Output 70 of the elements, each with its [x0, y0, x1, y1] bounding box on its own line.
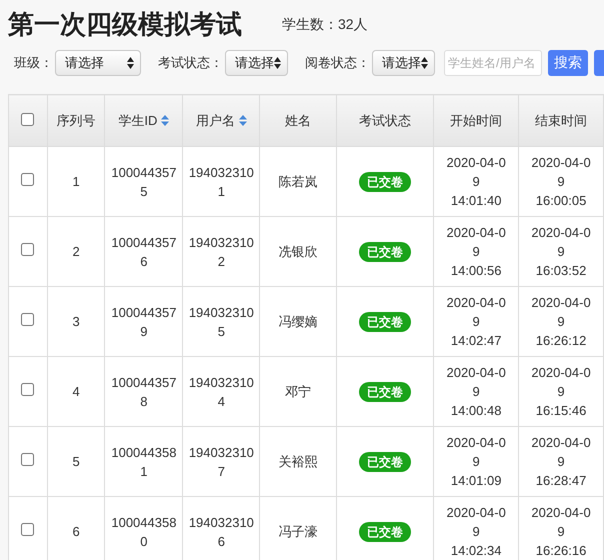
row-checkbox[interactable] [21, 453, 34, 466]
table-cell-text: 2020-04-09 16:26:12 [530, 294, 592, 350]
partial-button[interactable] [594, 50, 604, 76]
select-all-checkbox[interactable] [21, 112, 34, 126]
table-cell-text: 1000443581 [110, 444, 178, 480]
table-cell: 5 [72, 454, 80, 469]
column-header: 开始时间 [450, 112, 502, 130]
filter-select[interactable]: 请选择 [224, 50, 288, 76]
table-cell: 邓宁 [285, 384, 312, 399]
table-cell: 冯缨嫡 [278, 314, 318, 329]
table-cell-text: 1940323101 [188, 164, 255, 200]
row-checkbox[interactable] [21, 523, 34, 536]
column-header: 考试状态 [359, 112, 412, 130]
row-checkbox[interactable] [21, 173, 34, 186]
status-badge: 已交卷 [359, 312, 412, 332]
table-cell: 2 [72, 244, 80, 259]
select-caret-icon [126, 57, 134, 69]
column-header: 序列号 [56, 112, 96, 130]
sort-icon[interactable] [238, 115, 247, 126]
column-header: 姓名 [285, 112, 312, 130]
table-cell: 陈若岚 [278, 174, 318, 189]
select-caret-icon [420, 57, 428, 69]
row-checkbox[interactable] [21, 243, 34, 256]
table-cell: 4 [72, 384, 80, 399]
table-cell: 冯子濠 [278, 524, 318, 539]
status-badge: 已交卷 [359, 452, 412, 472]
table-cell-text: 2020-04-09 14:01:40 [446, 154, 507, 210]
filter-label: 阅卷状态： [304, 54, 370, 72]
column-header: 结束时间 [535, 112, 588, 130]
table-cell-text: 2020-04-09 16:26:16 [530, 504, 592, 560]
table-cell-text: 2020-04-09 14:02:34 [446, 504, 507, 560]
status-badge: 已交卷 [359, 522, 412, 542]
table-cell-text: 2020-04-09 16:15:46 [530, 364, 592, 420]
table-cell-text: 1940323102 [188, 234, 255, 270]
status-badge: 已交卷 [359, 242, 412, 262]
table-cell-text: 2020-04-09 16:00:05 [530, 154, 592, 210]
table-cell: 关裕熙 [278, 454, 318, 469]
table-cell-text: 1000443579 [110, 304, 178, 340]
search-button[interactable]: 搜索 [548, 50, 588, 76]
table-cell: 3 [72, 314, 80, 329]
status-badge: 已交卷 [359, 382, 412, 402]
row-checkbox[interactable] [21, 313, 34, 326]
table-cell-text: 1000443575 [110, 164, 178, 200]
status-badge: 已交卷 [359, 172, 412, 192]
table-cell-text: 1940323107 [188, 444, 255, 480]
table-cell: 冼银欣 [278, 244, 318, 259]
search-field[interactable]: 学生姓名/用户名 [444, 50, 542, 76]
sort-icon[interactable] [161, 115, 170, 126]
table-cell: 6 [72, 524, 80, 539]
table-cell-text: 2020-04-09 16:28:47 [530, 434, 592, 490]
student-count: 学生数：32人 [282, 16, 368, 34]
table-cell-text: 2020-04-09 16:03:52 [530, 224, 592, 280]
table-cell-text: 1000443578 [110, 374, 178, 410]
table-cell-text: 2020-04-09 14:01:09 [446, 434, 507, 490]
filter-label: 考试状态： [158, 54, 223, 72]
table-cell-text: 1940323104 [188, 374, 255, 410]
table-cell-text: 2020-04-09 14:00:48 [446, 364, 507, 420]
table-cell-text: 1000443576 [110, 234, 178, 270]
table-cell: 1 [72, 174, 80, 189]
filter-label: 班级： [14, 54, 53, 72]
table-cell-text: 1000443580 [110, 514, 178, 550]
row-checkbox[interactable] [21, 383, 34, 396]
filter-select[interactable]: 请选择 [372, 50, 435, 76]
page-title: 第一次四级模拟考试 [8, 8, 242, 40]
select-caret-icon [274, 57, 281, 69]
table-cell-text: 1940323105 [188, 304, 255, 340]
table-cell-text: 2020-04-09 14:00:56 [446, 224, 507, 280]
filter-select[interactable]: 请选择 [55, 50, 141, 76]
table-cell-text: 1940323106 [188, 514, 255, 550]
table-cell-text: 2020-04-09 14:02:47 [446, 294, 507, 350]
